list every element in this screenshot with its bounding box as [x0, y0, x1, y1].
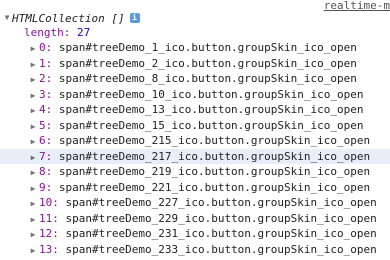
- item-value: span#treeDemo_221_ico.button.groupSkin_i…: [58, 180, 371, 194]
- collapsed-arrow-icon[interactable]: ▶: [28, 104, 38, 118]
- length-value: 27: [77, 26, 91, 39]
- collapsed-arrow-icon[interactable]: ▶: [28, 182, 38, 196]
- item-index: 3:: [39, 87, 53, 101]
- collapsed-arrow-icon[interactable]: ▶: [28, 89, 38, 103]
- item-value: span#treeDemo_8_ico.button.groupSkin_ico…: [58, 72, 357, 85]
- collection-item[interactable]: ▶ 5: span#treeDemo_15_ico.button.groupSki…: [0, 118, 390, 134]
- item-value: span#treeDemo_15_ico.button.groupSkin_ic…: [58, 118, 364, 132]
- collection-item[interactable]: ▶ 4: span#treeDemo_13_ico.button.groupSki…: [0, 102, 390, 118]
- collection-item[interactable]: ▶ 10: span#treeDemo_227_ico.button.groupS…: [0, 195, 390, 211]
- item-value: span#treeDemo_217_ico.button.groupSkin_i…: [58, 149, 371, 163]
- item-value: span#treeDemo_2_ico.button.groupSkin_ico…: [58, 56, 357, 70]
- length-key: length: [24, 26, 64, 39]
- collection-item[interactable]: ▶ 0: span#treeDemo_1_ico.button.groupSkin…: [0, 40, 390, 56]
- collapsed-arrow-icon[interactable]: ▶: [28, 166, 38, 180]
- item-index: 8:: [39, 165, 53, 178]
- item-value: span#treeDemo_219_ico.button.groupSkin_i…: [58, 165, 371, 178]
- info-icon[interactable]: i: [129, 13, 140, 23]
- collapsed-arrow-icon[interactable]: ▶: [28, 197, 38, 211]
- collapsed-arrow-icon[interactable]: ▶: [28, 244, 38, 258]
- item-index: 9:: [39, 180, 53, 194]
- item-index: 13:: [39, 242, 59, 256]
- length-colon: :: [63, 26, 77, 39]
- item-value: span#treeDemo_229_ico.button.groupSkin_i…: [65, 211, 377, 225]
- collection-item[interactable]: ▶ 7: span#treeDemo_217_ico.button.groupSk…: [0, 148, 390, 165]
- collection-item[interactable]: ▶ 1: span#treeDemo_2_ico.button.groupSkin…: [0, 56, 390, 72]
- item-value: span#treeDemo_10_ico.button.groupSkin_ic…: [58, 87, 364, 101]
- item-value: span#treeDemo_13_ico.button.groupSkin_ic…: [58, 103, 364, 116]
- item-index: 4:: [39, 103, 53, 116]
- collection-items: ▶ 0: span#treeDemo_1_ico.button.groupSkin…: [0, 40, 390, 260]
- expanded-arrow-icon[interactable]: ▼: [2, 11, 12, 25]
- item-index: 11:: [39, 211, 59, 225]
- item-index: 1:: [39, 56, 53, 70]
- collection-item[interactable]: ▶ 3: span#treeDemo_10_ico.button.groupSki…: [0, 87, 390, 103]
- collection-item[interactable]: ▶ 8: span#treeDemo_219_ico.button.groupSk…: [0, 164, 390, 180]
- collapsed-arrow-icon[interactable]: ▶: [28, 151, 38, 165]
- item-value: span#treeDemo_233_ico.button.groupSkin_i…: [65, 242, 377, 256]
- collection-item[interactable]: ▶ 9: span#treeDemo_221_ico.button.groupSk…: [0, 180, 390, 196]
- collection-header[interactable]: ▼ HTMLCollection [] i: [2, 11, 140, 25]
- item-value: span#treeDemo_215_ico.button.groupSkin_i…: [58, 134, 371, 147]
- collapsed-arrow-icon[interactable]: ▶: [28, 58, 38, 72]
- item-index: 10:: [39, 196, 59, 209]
- collection-item[interactable]: ▶ 6: span#treeDemo_215_ico.button.groupSk…: [0, 133, 390, 149]
- collapsed-arrow-icon[interactable]: ▶: [28, 42, 38, 56]
- collapsed-arrow-icon[interactable]: ▶: [28, 73, 38, 87]
- collection-item[interactable]: ▶ 12: span#treeDemo_231_ico.button.groupS…: [0, 226, 390, 242]
- item-value: span#treeDemo_231_ico.button.groupSkin_i…: [65, 227, 377, 240]
- devtools-console: realtime-m ▼ HTMLCollection [] i length:…: [0, 0, 390, 260]
- collection-item[interactable]: ▶ 2: span#treeDemo_8_ico.button.groupSkin…: [0, 71, 390, 87]
- item-index: 12:: [39, 227, 59, 240]
- source-link[interactable]: realtime-m: [324, 0, 390, 12]
- collapsed-arrow-icon[interactable]: ▶: [28, 135, 38, 149]
- collection-item[interactable]: ▶ 13: span#treeDemo_233_ico.button.groupS…: [0, 242, 390, 258]
- collapsed-arrow-icon[interactable]: ▶: [28, 228, 38, 242]
- collapsed-arrow-icon[interactable]: ▶: [28, 120, 38, 134]
- collapsed-arrow-icon[interactable]: ▶: [28, 213, 38, 227]
- collection-title: HTMLCollection []: [12, 11, 125, 25]
- item-value: span#treeDemo_1_ico.button.groupSkin_ico…: [58, 41, 357, 54]
- item-value: span#treeDemo_227_ico.button.groupSkin_i…: [65, 196, 377, 209]
- collection-item[interactable]: ▶ 11: span#treeDemo_229_ico.button.groupS…: [0, 211, 390, 227]
- item-index: 0:: [39, 41, 53, 54]
- item-index: 7:: [39, 149, 53, 163]
- item-index: 2:: [39, 72, 53, 85]
- item-index: 5:: [39, 118, 53, 132]
- item-index: 6:: [39, 134, 53, 147]
- length-property: length: 27: [24, 26, 90, 40]
